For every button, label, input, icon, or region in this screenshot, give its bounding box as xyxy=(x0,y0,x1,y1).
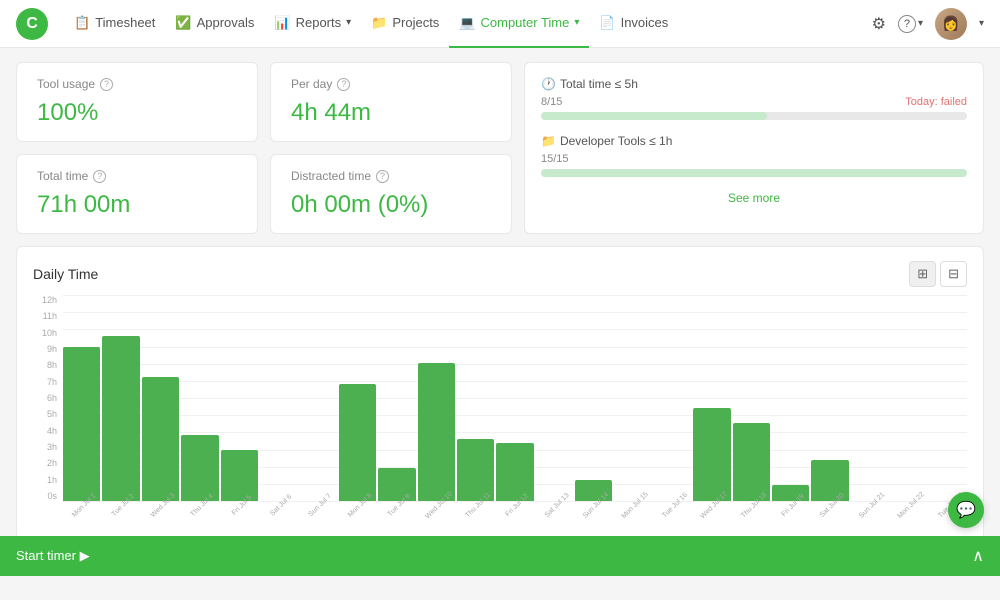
alert-1-progress-fill xyxy=(541,112,767,120)
bar[interactable] xyxy=(536,295,573,501)
nav-reports[interactable]: 📊 Reports ▾ xyxy=(264,0,361,48)
bar[interactable] xyxy=(142,295,179,501)
alert-1-progress-bg xyxy=(541,112,967,120)
bar[interactable] xyxy=(339,295,376,501)
bar[interactable] xyxy=(496,295,533,501)
bar[interactable] xyxy=(654,295,691,501)
computer-time-chevron: ▾ xyxy=(574,17,579,28)
bar[interactable] xyxy=(418,295,455,501)
main-content: Tool usage ? 100% Per day ? 4h 44m xyxy=(0,48,1000,600)
bar[interactable] xyxy=(102,295,139,501)
gear-button[interactable]: ⚙ xyxy=(872,14,886,34)
chart-table-view-button[interactable]: ⊟ xyxy=(940,261,967,287)
tool-usage-help-icon: ? xyxy=(100,78,113,91)
bar[interactable] xyxy=(733,295,770,501)
bar[interactable] xyxy=(575,295,612,501)
alert-2-title: 📁 Developer Tools ≤ 1h xyxy=(541,134,967,148)
chart-card: Daily Time ⊞ ⊟ 12h 11h 10h 9h 8h 7h 6h 5… xyxy=(16,246,984,540)
total-time-help-icon: ? xyxy=(93,170,106,183)
alert-1-progress-row: 8/15 Today: failed xyxy=(541,96,967,108)
total-time-value: 71h 00m xyxy=(37,191,237,219)
help-button[interactable]: ? ▾ xyxy=(898,15,923,33)
approvals-icon: ✅ xyxy=(175,15,191,31)
user-chevron[interactable]: ▾ xyxy=(979,18,984,29)
tool-usage-label: Tool usage ? xyxy=(37,77,237,91)
bar[interactable] xyxy=(772,295,809,501)
bar[interactable] xyxy=(378,295,415,501)
alert-2-folder-icon: 📁 xyxy=(541,134,556,148)
per-day-card: Per day ? 4h 44m xyxy=(270,62,512,142)
nav-projects[interactable]: 📁 Projects xyxy=(361,0,449,48)
stats-top-row: Tool usage ? 100% Per day ? 4h 44m xyxy=(16,62,512,142)
distracted-help-icon: ? xyxy=(376,170,389,183)
bar[interactable] xyxy=(614,295,651,501)
per-day-label: Per day ? xyxy=(291,77,491,91)
alert-1-count: 8/15 xyxy=(541,96,562,108)
bar[interactable] xyxy=(693,295,730,501)
tool-usage-card: Tool usage ? 100% xyxy=(16,62,258,142)
distracted-time-value: 0h 00m (0%) xyxy=(291,191,491,219)
left-stats: Tool usage ? 100% Per day ? 4h 44m xyxy=(16,62,512,234)
chat-icon: 💬 xyxy=(956,500,976,520)
start-timer-label: Start timer ▶ xyxy=(16,548,90,564)
distracted-time-label: Distracted time ? xyxy=(291,169,491,183)
chart-bar-view-button[interactable]: ⊞ xyxy=(909,261,936,287)
nav-right: ⚙ ? ▾ 👩 ▾ xyxy=(872,8,984,40)
chart-view-buttons: ⊞ ⊟ xyxy=(909,261,967,287)
bar[interactable] xyxy=(811,295,848,501)
total-time-label: Total time ? xyxy=(37,169,237,183)
reports-chevron: ▾ xyxy=(346,17,351,28)
avatar[interactable]: 👩 xyxy=(935,8,967,40)
start-timer-bar[interactable]: Start timer ▶ ∧ xyxy=(0,536,1000,576)
chart-area: 12h 11h 10h 9h 8h 7h 6h 5h 4h 3h 2h 1h 0… xyxy=(33,295,967,525)
nav-invoices[interactable]: 📄 Invoices xyxy=(589,0,678,48)
top-section: Tool usage ? 100% Per day ? 4h 44m xyxy=(16,62,984,234)
alert-1-clock-icon: 🕐 xyxy=(541,77,556,91)
start-timer-chevron: ∧ xyxy=(972,546,984,566)
logo[interactable]: C xyxy=(16,8,48,40)
reports-icon: 📊 xyxy=(274,15,290,31)
help-chevron: ▾ xyxy=(918,18,923,29)
computer-time-icon: 💻 xyxy=(459,15,475,31)
alert-2-progress-row: 15/15 xyxy=(541,153,967,165)
bar[interactable] xyxy=(260,295,297,501)
alert-2-progress-bg xyxy=(541,169,967,177)
nav-approvals[interactable]: ✅ Approvals xyxy=(165,0,264,48)
alert-1-today: Today: failed xyxy=(905,96,967,108)
chart-header: Daily Time ⊞ ⊟ xyxy=(33,261,967,287)
alert-item-1: 🕐 Total time ≤ 5h 8/15 Today: failed xyxy=(541,77,967,120)
bar[interactable] xyxy=(63,295,100,501)
tool-usage-value: 100% xyxy=(37,99,237,127)
see-more-button[interactable]: See more xyxy=(541,191,967,205)
distracted-time-card: Distracted time ? 0h 00m (0%) xyxy=(270,154,512,234)
invoices-icon: 📄 xyxy=(599,15,615,31)
bar[interactable] xyxy=(930,295,967,501)
bar[interactable] xyxy=(181,295,218,501)
per-day-value: 4h 44m xyxy=(291,99,491,127)
chart-title: Daily Time xyxy=(33,266,98,282)
per-day-help-icon: ? xyxy=(337,78,350,91)
alerts-card: 🕐 Total time ≤ 5h 8/15 Today: failed 📁 D… xyxy=(524,62,984,234)
stats-bottom-row: Total time ? 71h 00m Distracted time ? 0… xyxy=(16,154,512,234)
bar[interactable] xyxy=(457,295,494,501)
alert-item-2: 📁 Developer Tools ≤ 1h 15/15 xyxy=(541,134,967,177)
nav-computer-time[interactable]: 💻 Computer Time ▾ xyxy=(449,0,589,48)
navigation: C 📋 Timesheet ✅ Approvals 📊 Reports ▾ 📁 … xyxy=(0,0,1000,48)
nav-timesheet[interactable]: 📋 Timesheet xyxy=(64,0,165,48)
alert-2-count: 15/15 xyxy=(541,153,569,165)
help-icon: ? xyxy=(898,15,916,33)
projects-icon: 📁 xyxy=(371,15,387,31)
bar[interactable] xyxy=(299,295,336,501)
y-axis: 12h 11h 10h 9h 8h 7h 6h 5h 4h 3h 2h 1h 0… xyxy=(33,295,61,501)
alert-2-progress-fill xyxy=(541,169,967,177)
bar[interactable] xyxy=(221,295,258,501)
bars-container xyxy=(63,295,967,501)
x-labels: Mon Jul 1Tue Jul 2Wed Jul 3Thu Jul 4Fri … xyxy=(63,501,967,525)
timesheet-icon: 📋 xyxy=(74,15,90,31)
total-time-card: Total time ? 71h 00m xyxy=(16,154,258,234)
bar[interactable] xyxy=(851,295,888,501)
bar[interactable] xyxy=(890,295,927,501)
chat-bubble[interactable]: 💬 xyxy=(948,492,984,528)
alert-1-title: 🕐 Total time ≤ 5h xyxy=(541,77,967,91)
